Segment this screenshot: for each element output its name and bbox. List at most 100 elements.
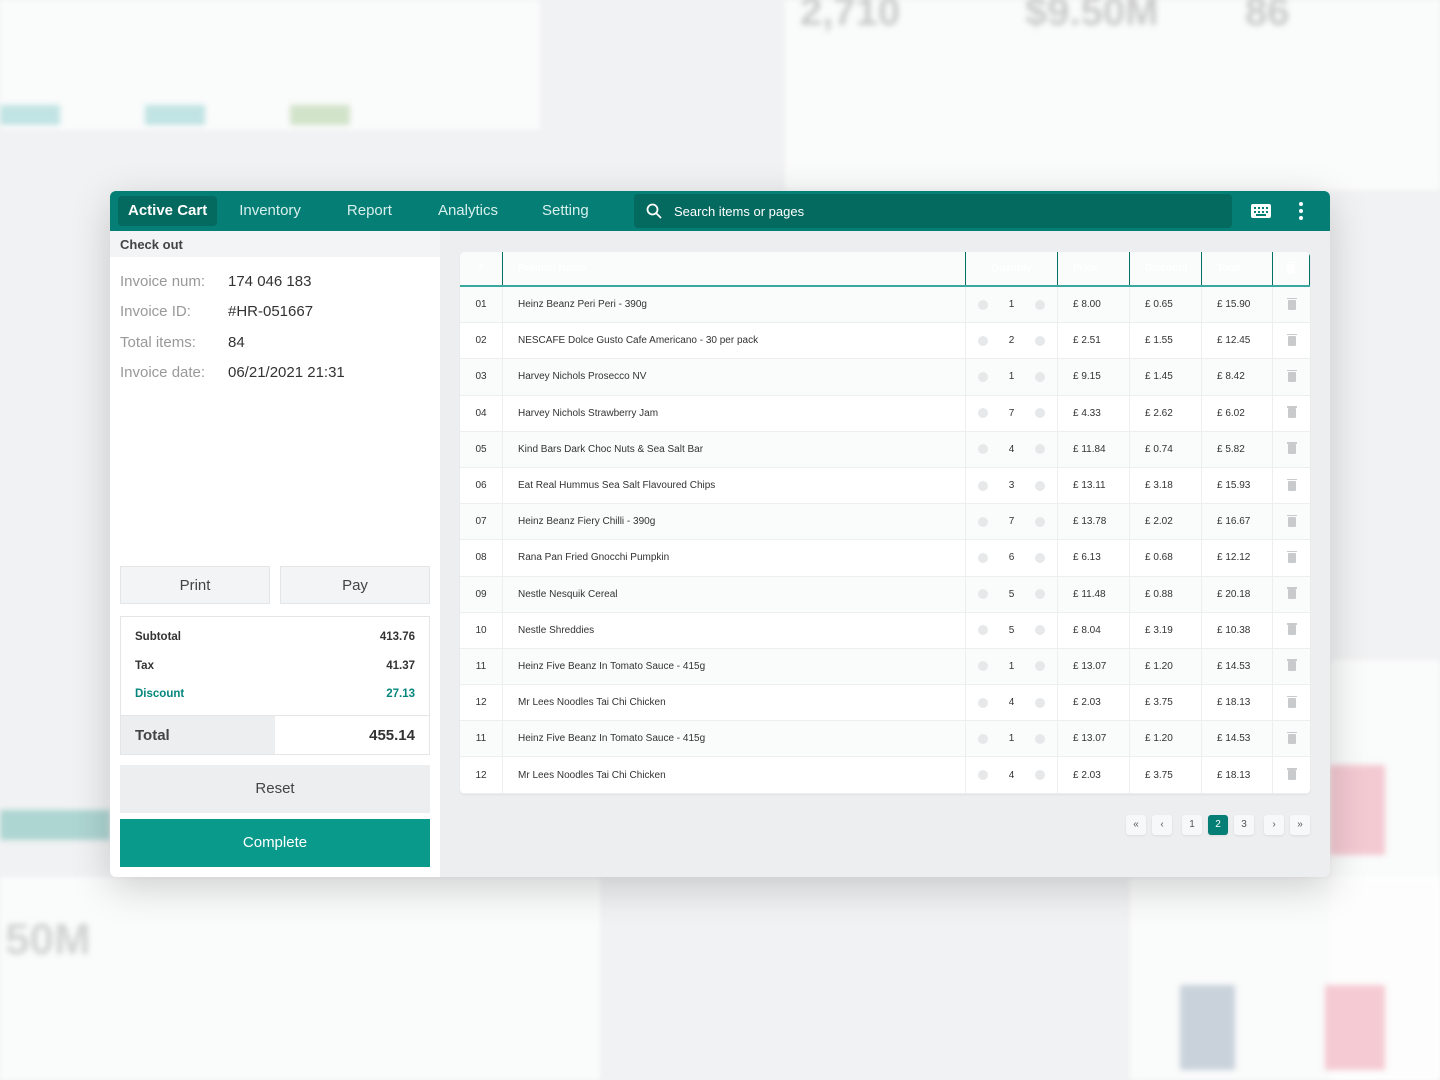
delete-row-button[interactable]: [1273, 757, 1310, 792]
quantity-value: 4: [1008, 443, 1015, 455]
delete-row-button[interactable]: [1273, 359, 1310, 394]
table-row: 05 Kind Bars Dark Choc Nuts & Sea Salt B…: [460, 431, 1310, 468]
increase-quantity-button[interactable]: [1035, 589, 1045, 600]
value: 27.13: [386, 688, 415, 701]
increase-quantity-button[interactable]: [1035, 625, 1045, 636]
delete-row-button[interactable]: [1273, 287, 1310, 322]
decrease-quantity-button[interactable]: [978, 589, 988, 600]
quantity-value: 2: [1008, 335, 1015, 347]
bg-stat: 2,710: [800, 0, 901, 34]
print-button[interactable]: Print: [120, 566, 270, 604]
last-page-button[interactable]: »: [1290, 815, 1310, 835]
decrease-quantity-button[interactable]: [978, 697, 988, 708]
increase-quantity-button[interactable]: [1035, 552, 1045, 563]
page-3-button[interactable]: 3: [1234, 815, 1254, 835]
first-page-button[interactable]: «: [1126, 815, 1146, 835]
tab-setting[interactable]: Setting: [520, 196, 611, 226]
price: £ 4.33: [1058, 395, 1130, 431]
decrease-quantity-button[interactable]: [978, 444, 988, 455]
decrease-quantity-button[interactable]: [978, 625, 988, 636]
decrease-quantity-button[interactable]: [978, 733, 988, 744]
discount: £ 0.74: [1130, 431, 1202, 467]
delete-row-button[interactable]: [1273, 613, 1310, 648]
table-row: 04 Harvey Nichols Strawberry Jam 7 £ 4.3…: [460, 395, 1310, 432]
increase-quantity-button[interactable]: [1035, 516, 1045, 527]
page-1-button[interactable]: 1: [1182, 815, 1202, 835]
decrease-quantity-button[interactable]: [978, 371, 988, 382]
delete-row-button[interactable]: [1273, 504, 1310, 539]
trash-icon: [1286, 297, 1297, 310]
decrease-quantity-button[interactable]: [978, 516, 988, 527]
top-nav: Active Cart Inventory Report Analytics S…: [110, 191, 1330, 231]
next-page-button[interactable]: ›: [1264, 815, 1284, 835]
increase-quantity-button[interactable]: [1035, 299, 1045, 310]
tab-report[interactable]: Report: [323, 196, 416, 226]
delete-all-button[interactable]: [1273, 252, 1310, 285]
keyboard-icon[interactable]: [1250, 203, 1272, 219]
tab-active-cart[interactable]: Active Cart: [118, 196, 218, 226]
row-number: 11: [460, 648, 503, 685]
decrease-quantity-button[interactable]: [978, 552, 988, 563]
more-menu-icon[interactable]: [1296, 202, 1306, 223]
increase-quantity-button[interactable]: [1035, 770, 1045, 781]
delete-row-button[interactable]: [1273, 685, 1310, 720]
delete-row-button[interactable]: [1273, 396, 1310, 431]
decrease-quantity-button[interactable]: [978, 480, 988, 491]
table-row: 12 Mr Lees Noodles Tai Chi Chicken 4 £ 2…: [460, 757, 1310, 794]
quantity-stepper: 1: [966, 359, 1058, 395]
price: £ 8.04: [1058, 612, 1130, 648]
delete-row-button[interactable]: [1273, 577, 1310, 612]
product-name: Mr Lees Noodles Tai Chi Chicken: [503, 685, 966, 721]
increase-quantity-button[interactable]: [1035, 661, 1045, 672]
checkout-title: Check out: [110, 231, 440, 257]
total: £ 14.53: [1202, 648, 1273, 685]
decrease-quantity-button[interactable]: [978, 408, 988, 419]
trash-icon: [1286, 768, 1297, 781]
value: #HR-051667: [228, 303, 314, 321]
quantity-stepper: 4: [966, 685, 1058, 721]
price: £ 6.13: [1058, 540, 1130, 576]
cart-table: # Product Name Quantity Price Discount T…: [460, 252, 1310, 794]
delete-row-button[interactable]: [1273, 432, 1310, 467]
increase-quantity-button[interactable]: [1035, 408, 1045, 419]
tab-inventory[interactable]: Inventory: [217, 196, 323, 226]
reset-button[interactable]: Reset: [120, 765, 430, 813]
page-2-button[interactable]: 2: [1208, 815, 1228, 835]
delete-row-button[interactable]: [1273, 468, 1310, 503]
delete-row-button[interactable]: [1273, 649, 1310, 684]
bg-stat: $9.50M: [1025, 0, 1159, 34]
increase-quantity-button[interactable]: [1035, 480, 1045, 491]
decrease-quantity-button[interactable]: [978, 661, 988, 672]
trash-icon: [1286, 478, 1297, 491]
prev-page-button[interactable]: ‹: [1152, 815, 1172, 835]
decrease-quantity-button[interactable]: [978, 335, 988, 346]
search-input[interactable]: Search items or pages: [634, 194, 1232, 228]
pay-button[interactable]: Pay: [280, 566, 430, 604]
table-row: 03 Harvey Nichols Prosecco NV 1 £ 9.15 £…: [460, 359, 1310, 396]
discount: £ 0.88: [1130, 576, 1202, 612]
col-quantity: Quantity: [966, 252, 1058, 285]
total: £ 12.45: [1202, 323, 1273, 359]
delete-row-button[interactable]: [1273, 323, 1310, 358]
trash-icon: [1286, 587, 1297, 600]
discount: £ 3.75: [1130, 757, 1202, 793]
total-items-row: Total items: 84: [110, 327, 440, 358]
row-number: 05: [460, 431, 503, 467]
delete-row-button[interactable]: [1273, 540, 1310, 575]
product-name: Harvey Nichols Strawberry Jam: [503, 395, 966, 431]
increase-quantity-button[interactable]: [1035, 733, 1045, 744]
decrease-quantity-button[interactable]: [978, 299, 988, 310]
table-row: 07 Heinz Beanz Fiery Chilli - 390g 7 £ 1…: [460, 504, 1310, 541]
tab-analytics[interactable]: Analytics: [416, 196, 520, 226]
increase-quantity-button[interactable]: [1035, 697, 1045, 708]
increase-quantity-button[interactable]: [1035, 335, 1045, 346]
discount: £ 0.65: [1130, 287, 1202, 323]
quantity-stepper: 1: [966, 287, 1058, 323]
decrease-quantity-button[interactable]: [978, 770, 988, 781]
delete-row-button[interactable]: [1273, 721, 1310, 756]
trash-icon: [1286, 514, 1297, 527]
complete-button[interactable]: Complete: [120, 819, 430, 867]
invoice-date-row: Invoice date: 06/21/2021 21:31: [110, 358, 440, 389]
increase-quantity-button[interactable]: [1035, 371, 1045, 382]
increase-quantity-button[interactable]: [1035, 444, 1045, 455]
